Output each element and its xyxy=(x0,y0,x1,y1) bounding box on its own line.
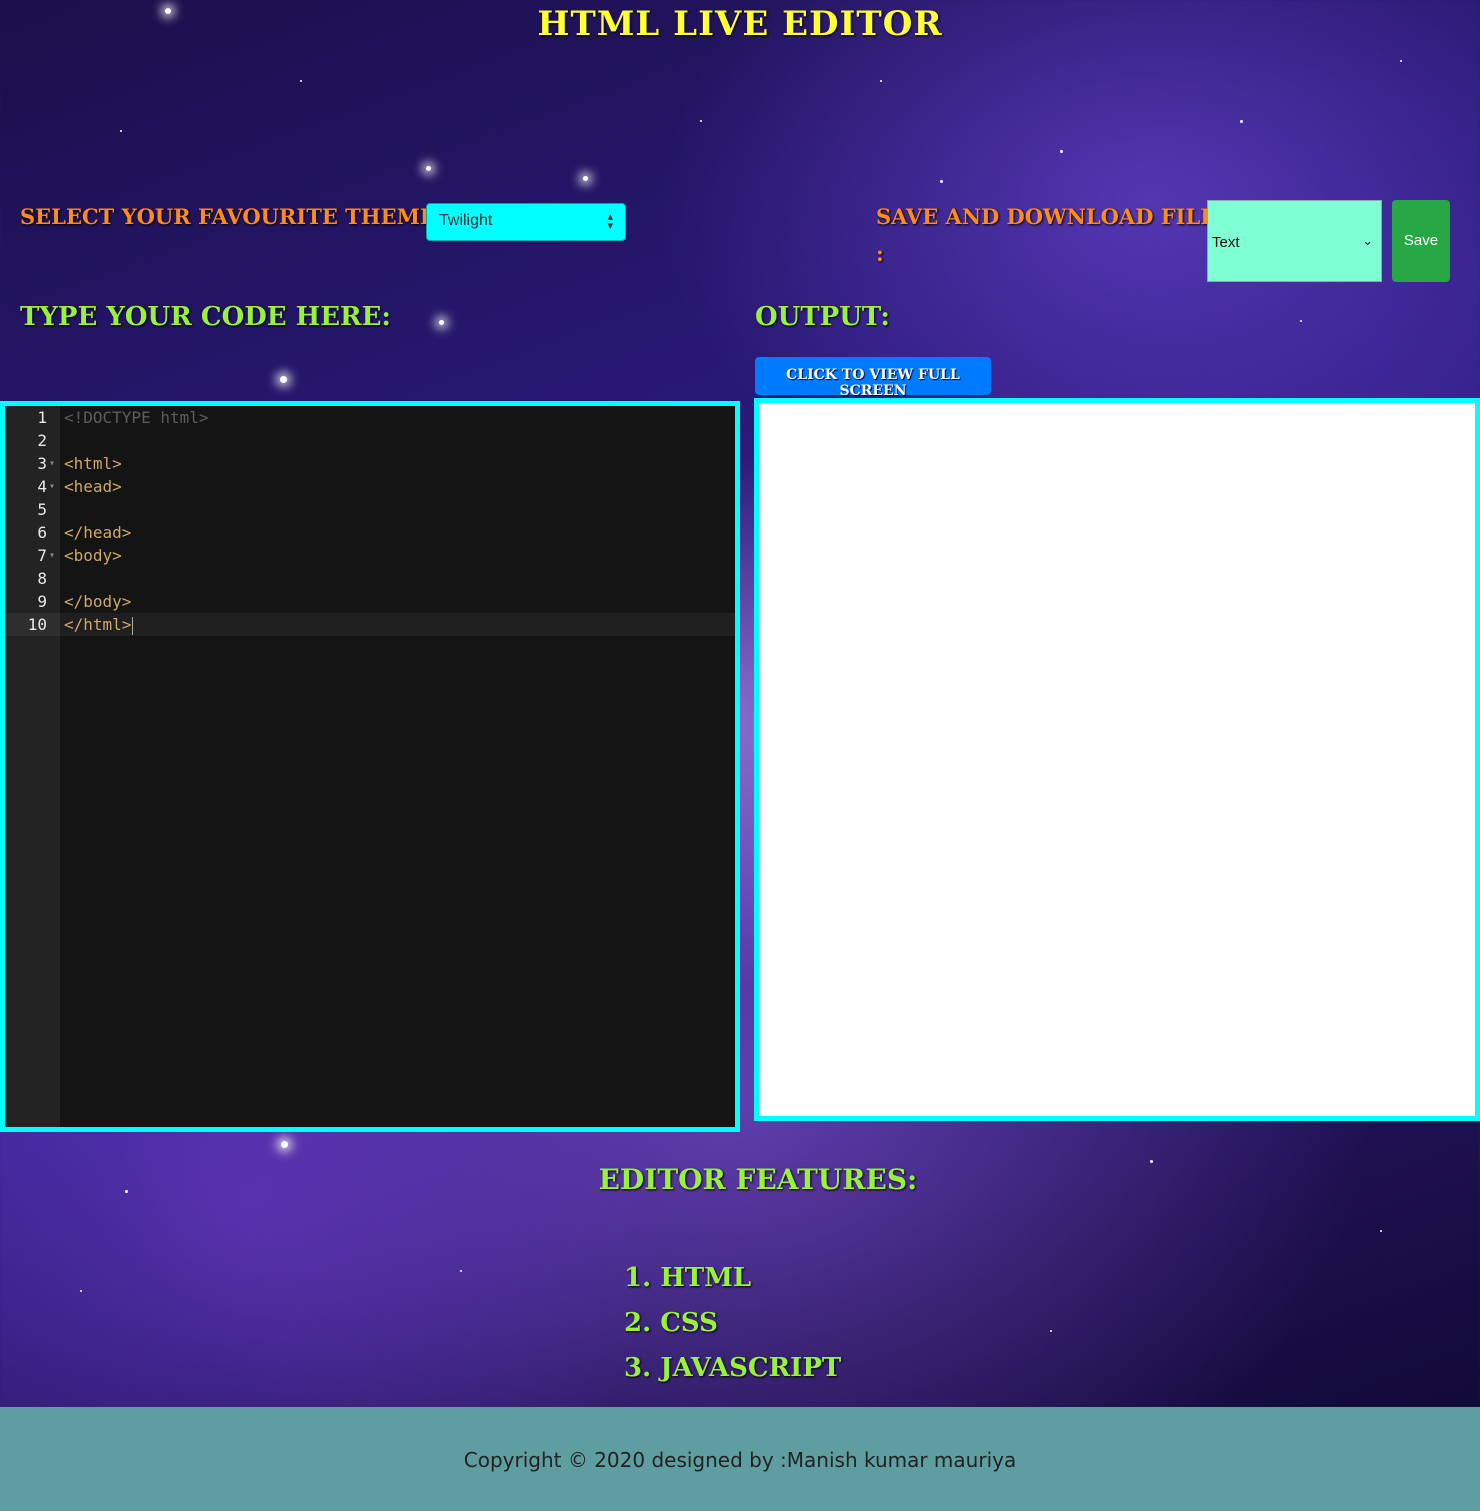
output-label: OUTPUT: xyxy=(755,302,890,332)
star xyxy=(426,166,431,171)
code-line-active: 10 </html> xyxy=(5,613,735,636)
star xyxy=(940,180,943,183)
line-number: 2 xyxy=(37,431,47,450)
code-text: <body> xyxy=(64,546,122,565)
footer-text: Copyright © 2020 designed by :Manish kum… xyxy=(463,1448,1017,1472)
line-number: 4 xyxy=(37,477,47,496)
code-editor[interactable]: 1 <!DOCTYPE html> 2 3 ▾ <html> 4 ▾ <head… xyxy=(0,401,740,1132)
code-line: 9 </body> xyxy=(5,590,735,613)
save-label: SAVE AND DOWNLOAD FILES xyxy=(876,204,1232,229)
line-number: 1 xyxy=(37,408,47,427)
line-number: 9 xyxy=(37,592,47,611)
code-text: <head> xyxy=(64,477,122,496)
features-title: EDITOR FEATURES: xyxy=(598,1163,918,1196)
select-arrows-icon: ▴ ▾ xyxy=(607,211,613,232)
line-number: 7 xyxy=(37,546,47,565)
theme-select-value: Twilight xyxy=(439,212,493,229)
star xyxy=(1380,1230,1382,1232)
line-number: 6 xyxy=(37,523,47,542)
code-line: 5 xyxy=(5,498,735,521)
view-fullscreen-button[interactable]: CLICK TO VIEW FULL SCREEN xyxy=(755,357,991,399)
fold-arrow-icon[interactable]: ▾ xyxy=(49,475,55,498)
star xyxy=(80,1290,82,1292)
code-line: 1 <!DOCTYPE html> xyxy=(5,406,735,429)
fold-arrow-icon[interactable]: ▾ xyxy=(49,452,55,475)
save-button[interactable]: Save xyxy=(1392,200,1450,282)
code-text-line: </html> xyxy=(64,613,134,636)
code-line: 8 xyxy=(5,567,735,590)
file-type-value: Text xyxy=(1212,234,1240,251)
page-title: HTML LIVE EDITOR xyxy=(537,4,943,44)
star xyxy=(460,1270,462,1272)
footer: Copyright © 2020 designed by :Manish kum… xyxy=(0,1407,1480,1511)
editor-label: TYPE YOUR CODE HERE: xyxy=(20,302,392,332)
star xyxy=(280,376,287,383)
code-line: 2 xyxy=(5,429,735,452)
star xyxy=(1060,150,1063,153)
line-number: 5 xyxy=(37,500,47,519)
star xyxy=(1400,60,1402,62)
star xyxy=(700,120,702,122)
star xyxy=(583,176,588,181)
code-line: 3 ▾ <html> xyxy=(5,452,735,475)
star xyxy=(439,320,444,325)
output-frame[interactable] xyxy=(754,398,1480,1121)
code-text: </html> xyxy=(64,615,132,634)
star xyxy=(281,1141,288,1148)
save-label-colon: : xyxy=(876,241,884,266)
feature-item: 2. CSS xyxy=(624,1308,718,1338)
code-line: 7 ▾ <body> xyxy=(5,544,735,567)
feature-item: 1. HTML xyxy=(624,1263,752,1293)
chevron-down-icon: ⌄ xyxy=(1362,233,1373,248)
feature-item: 3. JAVASCRIPT xyxy=(624,1353,842,1383)
theme-select[interactable]: Twilight ▴ ▾ xyxy=(426,203,626,241)
star xyxy=(1300,320,1302,322)
code-text: <!DOCTYPE html> xyxy=(64,408,209,427)
fold-arrow-icon[interactable]: ▾ xyxy=(49,544,55,567)
code-line: 4 ▾ <head> xyxy=(5,475,735,498)
star xyxy=(1050,1330,1052,1332)
line-number: 3 xyxy=(37,454,47,473)
code-text: </head> xyxy=(64,523,132,542)
star xyxy=(300,80,302,82)
star xyxy=(120,130,122,132)
star xyxy=(880,80,882,82)
text-cursor xyxy=(132,616,134,635)
file-type-select[interactable]: Text ⌄ xyxy=(1207,200,1382,282)
star xyxy=(1240,120,1243,123)
code-line: 6 </head> xyxy=(5,521,735,544)
code-text: </body> xyxy=(64,592,132,611)
line-number: 10 xyxy=(27,615,47,634)
line-number: 8 xyxy=(37,569,47,588)
code-text: <html> xyxy=(64,454,122,473)
theme-label: SELECT YOUR FAVOURITE THEMES: xyxy=(20,204,459,229)
